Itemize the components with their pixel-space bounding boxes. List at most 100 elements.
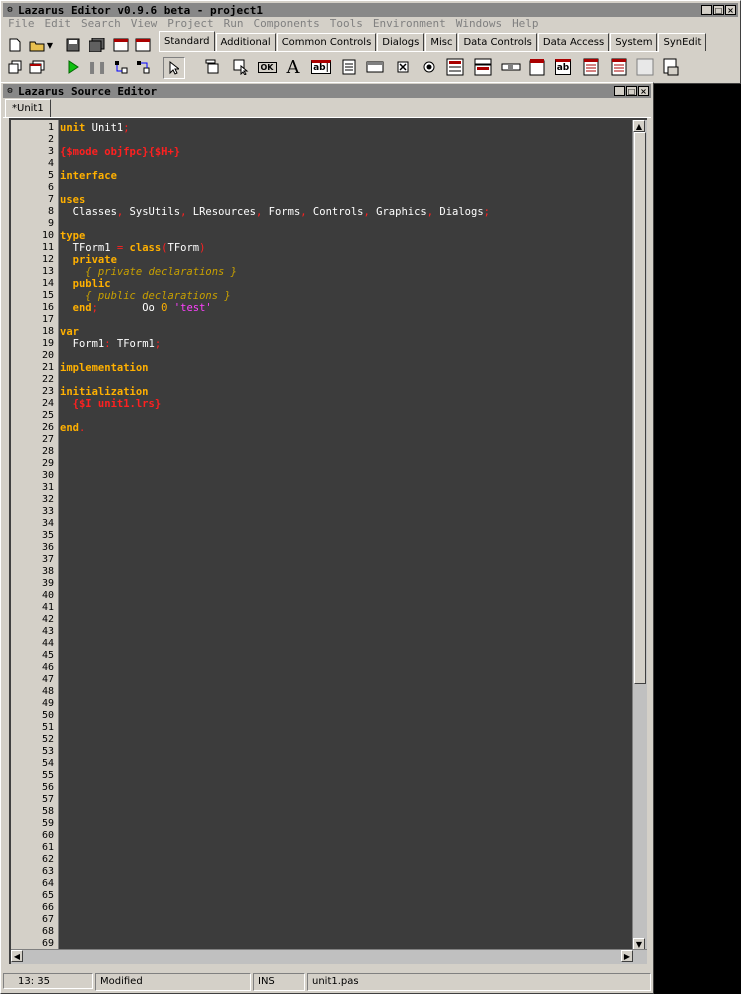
pointer-icon[interactable]	[163, 57, 185, 79]
static-text-component-icon[interactable]: ab	[553, 57, 573, 77]
line-number: 17	[41, 314, 54, 325]
tab-unit1[interactable]: *Unit1	[5, 99, 51, 117]
static-text-component-glyph: ab	[554, 59, 572, 75]
code-line: public	[60, 278, 111, 290]
line-number: 61	[41, 842, 54, 853]
code-editor[interactable]: 1 2 3 4 5 6 7 8 9 10 11 12 13 14 15 16 17 18 19 20 21 22 23 24 2…	[9, 118, 647, 964]
main-menu-component-icon[interactable]	[203, 57, 223, 77]
code-token: class	[123, 242, 162, 254]
code-text-area[interactable]: unit Unit1; {$mode objfpc}{$H+} interfac…	[60, 120, 631, 950]
checkgroup-component-icon[interactable]	[609, 57, 629, 77]
step-into-icon[interactable]	[111, 57, 131, 77]
menu-components[interactable]: Components	[248, 17, 324, 31]
open-file-icon[interactable]	[27, 35, 47, 55]
tab-standard[interactable]: Standard	[159, 31, 215, 51]
line-number: 44	[41, 638, 54, 649]
window-menu-icon[interactable]: ⚙	[5, 86, 15, 96]
menu-help[interactable]: Help	[507, 17, 544, 31]
tab-common-controls[interactable]: Common Controls	[276, 33, 377, 51]
tab-dialogs[interactable]: Dialogs	[377, 33, 425, 51]
source-editor-tab-bar: *Unit1	[3, 99, 651, 118]
modified-status: Modified	[95, 973, 251, 991]
source-editor-title-bar[interactable]: ⚙ Lazarus Source Editor _ □ ×	[3, 84, 651, 98]
code-token: TForm1	[60, 242, 117, 254]
menu-view[interactable]: View	[126, 17, 163, 31]
maximize-button[interactable]: □	[626, 86, 637, 96]
scroll-left-arrow-icon[interactable]: ◀	[11, 950, 23, 962]
run-icon[interactable]	[63, 57, 83, 77]
vertical-scroll-thumb[interactable]	[634, 132, 646, 684]
scroll-right-arrow-icon[interactable]: ▶	[621, 950, 633, 962]
menu-edit[interactable]: Edit	[40, 17, 77, 31]
save-all-icon[interactable]	[87, 35, 107, 55]
close-button[interactable]: ×	[725, 5, 736, 15]
menu-file[interactable]: File	[3, 17, 40, 31]
tab-data-access[interactable]: Data Access	[537, 33, 610, 51]
view-units-icon[interactable]	[5, 57, 25, 77]
toggle-box-component-icon[interactable]	[365, 57, 385, 77]
save-icon[interactable]	[63, 35, 83, 55]
code-line: type	[60, 230, 85, 242]
code-line: end.	[60, 422, 85, 434]
view-forms-icon[interactable]	[27, 57, 47, 77]
minimize-button[interactable]: _	[701, 5, 712, 15]
code-token: {$mode objfpc}{$H+}	[60, 146, 181, 158]
maximize-button[interactable]: □	[713, 5, 724, 15]
line-number: 9	[47, 218, 54, 229]
line-number: 42	[41, 614, 54, 625]
button-component-icon[interactable]: OK	[257, 57, 277, 77]
memo-component-icon[interactable]	[339, 57, 359, 77]
status-bar: 13: 35 Modified INS unit1.pas	[3, 973, 651, 991]
listbox-component-icon[interactable]	[445, 57, 465, 77]
horizontal-scrollbar[interactable]: ◀ ▶	[11, 949, 647, 964]
checkbox-component-icon[interactable]	[393, 57, 413, 77]
label-component-icon[interactable]: A	[283, 57, 303, 78]
main-title-bar[interactable]: ⚙ Lazarus Editor v0.9.6 beta - project1 …	[3, 3, 738, 17]
minimize-button[interactable]: _	[614, 86, 625, 96]
scroll-up-arrow-icon[interactable]: ▲	[633, 120, 645, 132]
toggle-form-unit-icon[interactable]	[133, 35, 153, 55]
tab-additional[interactable]: Additional	[215, 33, 276, 51]
menu-project[interactable]: Project	[162, 17, 218, 31]
menu-run[interactable]: Run	[219, 17, 249, 31]
main-ide-window: ⚙ Lazarus Editor v0.9.6 beta - project1 …	[0, 0, 741, 84]
tab-misc[interactable]: Misc	[425, 33, 458, 51]
line-number: 48	[41, 686, 54, 697]
code-token: uses	[60, 194, 86, 206]
groupbox-component-icon[interactable]	[527, 57, 547, 77]
close-button[interactable]: ×	[638, 86, 649, 96]
new-file-icon[interactable]	[5, 35, 25, 55]
vertical-scrollbar[interactable]: ▲ ▼	[632, 120, 647, 950]
edit-component-icon[interactable]: ab|	[311, 57, 331, 77]
panel-component-icon[interactable]	[635, 57, 655, 77]
menu-windows[interactable]: Windows	[451, 17, 507, 31]
window-menu-icon[interactable]: ⚙	[5, 5, 15, 15]
popup-menu-component-icon[interactable]	[231, 57, 251, 77]
code-token: Oo	[97, 302, 162, 314]
step-over-icon[interactable]	[133, 57, 153, 77]
line-number: 64	[41, 878, 54, 889]
menu-tools[interactable]: Tools	[325, 17, 368, 31]
open-dropdown-icon[interactable]: ▼	[45, 35, 55, 55]
line-number: 23	[41, 386, 54, 397]
menu-environment[interactable]: Environment	[368, 17, 451, 31]
radiogroup-component-icon[interactable]	[581, 57, 601, 77]
form-component-icon[interactable]	[661, 57, 681, 77]
scrollbar-component-icon[interactable]	[501, 57, 521, 77]
tab-system[interactable]: System	[610, 33, 658, 51]
line-number: 65	[41, 890, 54, 901]
radio-button-component-icon[interactable]	[419, 57, 439, 77]
tab-data-controls[interactable]: Data Controls	[458, 33, 537, 51]
menu-search[interactable]: Search	[76, 17, 126, 31]
line-number: 54	[41, 758, 54, 769]
combobox-component-icon[interactable]	[473, 57, 493, 77]
new-form-icon[interactable]	[111, 35, 131, 55]
tab-synedit[interactable]: SynEdit	[658, 33, 707, 51]
code-line: TForm1 = class(TForm)	[60, 242, 206, 254]
line-number: 22	[41, 374, 54, 385]
pause-icon[interactable]: ❚❚	[87, 57, 107, 77]
code-line: private	[60, 254, 117, 266]
line-number: 25	[41, 410, 54, 421]
code-line: end; Oo 0 'test'	[60, 302, 212, 314]
line-number: 57	[41, 794, 54, 805]
